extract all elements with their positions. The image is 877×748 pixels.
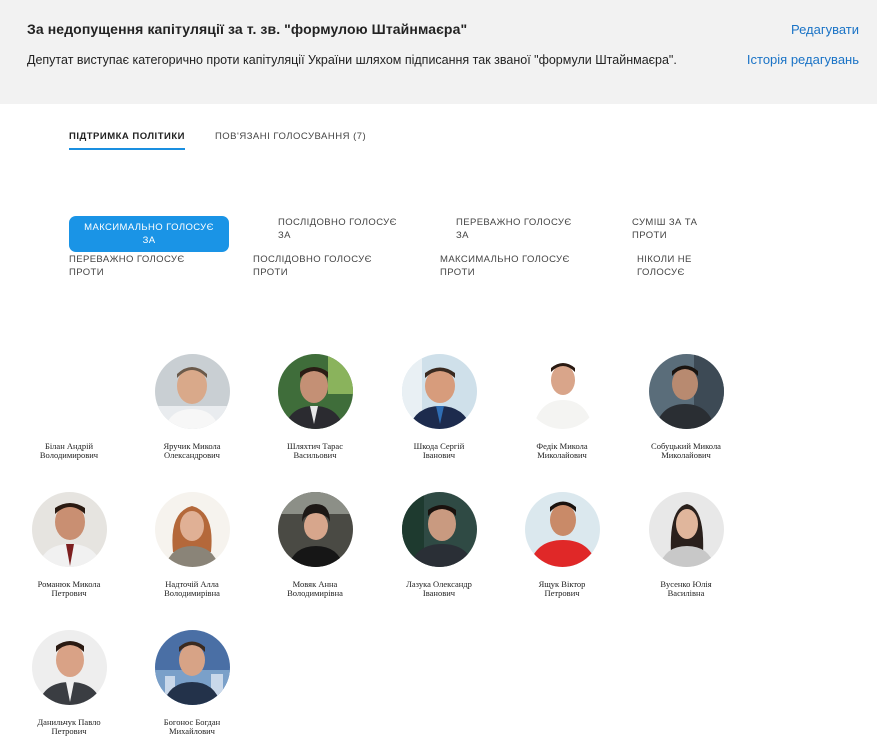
deputy-name: Шкода Сергій Іванович bbox=[413, 441, 465, 460]
deputy-name: Вусенко Юлія Василівна bbox=[660, 579, 712, 598]
avatar bbox=[524, 492, 600, 567]
avatar bbox=[277, 492, 353, 567]
deputy-card[interactable]: Шкода Сергій Іванович bbox=[384, 354, 494, 460]
filter-consistent-against[interactable]: ПОСЛІДОВНО ГОЛОСУЄ ПРОТИ bbox=[253, 253, 372, 279]
tabs: ПІДТРИМКА ПОЛІТИКИ ПОВ'ЯЗАНІ ГОЛОСУВАННЯ… bbox=[69, 131, 366, 150]
filter-label-line2: ПРОТИ bbox=[440, 267, 475, 278]
deputy-name: Шляхтич Тарас Васильович bbox=[287, 441, 343, 460]
policy-title: За недопущення капітуляції за т. зв. "фо… bbox=[27, 21, 468, 37]
policy-description: Депутат виступає категорично проти капіт… bbox=[27, 53, 677, 67]
deputy-card[interactable]: Лазука Олександр Іванович bbox=[384, 492, 494, 598]
avatar bbox=[32, 354, 107, 429]
policy-header: За недопущення капітуляції за т. зв. "фо… bbox=[0, 0, 877, 104]
filter-max-for[interactable]: МАКСИМАЛЬНО ГОЛОСУЄ ЗА bbox=[69, 216, 229, 252]
filter-label-line1: НІКОЛИ НЕ bbox=[637, 254, 692, 265]
deputy-card[interactable]: Мовяк Анна Володимирівна bbox=[260, 492, 370, 598]
deputy-card[interactable]: Надточій Алла Володимирівна bbox=[137, 492, 247, 598]
filter-mixed[interactable]: СУМІШ ЗА ТА ПРОТИ bbox=[632, 216, 697, 242]
deputy-name: Данильчук Павло Петрович bbox=[37, 717, 101, 736]
deputy-name: Ящук Віктор Петрович bbox=[538, 579, 586, 598]
filter-max-against[interactable]: МАКСИМАЛЬНО ГОЛОСУЄ ПРОТИ bbox=[440, 253, 570, 279]
deputy-name: Мовяк Анна Володимирівна bbox=[287, 579, 343, 598]
deputy-card[interactable]: Романюк Микола Петрович bbox=[14, 492, 124, 598]
avatar bbox=[277, 354, 353, 429]
filter-label-line2: ПРОТИ bbox=[253, 267, 288, 278]
deputy-name: Собуцький Микола Миколайович bbox=[651, 441, 721, 460]
edit-history-link[interactable]: Історія редагувань bbox=[747, 52, 859, 67]
filter-label-line2: ГОЛОСУЄ bbox=[637, 267, 685, 278]
avatar bbox=[154, 354, 230, 429]
tab-policy-support[interactable]: ПІДТРИМКА ПОЛІТИКИ bbox=[69, 131, 185, 150]
avatar bbox=[401, 354, 477, 429]
filter-consistent-for[interactable]: ПОСЛІДОВНО ГОЛОСУЄ ЗА bbox=[278, 216, 397, 242]
avatar bbox=[31, 492, 107, 567]
avatar bbox=[154, 630, 230, 705]
avatar bbox=[648, 492, 724, 567]
deputy-card[interactable]: Ящук Віктор Петрович bbox=[507, 492, 617, 598]
deputy-card[interactable]: Білан Андрій Володимирович bbox=[14, 354, 124, 460]
filter-label-line1: СУМІШ ЗА ТА bbox=[632, 217, 698, 228]
filter-label-line1: МАКСИМАЛЬНО ГОЛОСУЄ bbox=[440, 254, 570, 265]
filter-label-line1: ПОСЛІДОВНО ГОЛОСУЄ bbox=[278, 217, 397, 228]
deputy-name: Богонос Богдан Михайлович bbox=[163, 717, 221, 736]
tab-related-votes[interactable]: ПОВ'ЯЗАНІ ГОЛОСУВАННЯ (7) bbox=[215, 131, 366, 150]
filter-label-line1: ПОСЛІДОВНО ГОЛОСУЄ bbox=[253, 254, 372, 265]
filter-mostly-against[interactable]: ПЕРЕВАЖНО ГОЛОСУЄ ПРОТИ bbox=[69, 253, 185, 279]
deputy-name: Білан Андрій Володимирович bbox=[39, 441, 99, 460]
avatar bbox=[648, 354, 724, 429]
filter-mostly-for[interactable]: ПЕРЕВАЖНО ГОЛОСУЄ ЗА bbox=[456, 216, 572, 242]
edit-link[interactable]: Редагувати bbox=[791, 22, 859, 37]
avatar bbox=[401, 492, 477, 567]
deputy-name: Лазука Олександр Іванович bbox=[406, 579, 472, 598]
filter-label-line1: ПЕРЕВАЖНО ГОЛОСУЄ bbox=[69, 254, 185, 265]
filter-label-line2: ЗА bbox=[278, 230, 291, 241]
filter-label-line2: ЗА bbox=[456, 230, 469, 241]
filter-label-line1: ПЕРЕВАЖНО ГОЛОСУЄ bbox=[456, 217, 572, 228]
deputy-name: Федік Микола Миколайович bbox=[536, 441, 588, 460]
deputy-card[interactable]: Федік Микола Миколайович bbox=[507, 354, 617, 460]
avatar bbox=[154, 492, 230, 567]
avatar bbox=[524, 354, 600, 429]
filter-label-line2: ПРОТИ bbox=[69, 267, 104, 278]
filter-label-line2: ПРОТИ bbox=[632, 230, 667, 241]
deputy-card[interactable]: Вусенко Юлія Василівна bbox=[631, 492, 741, 598]
deputy-card[interactable]: Богонос Богдан Михайлович bbox=[137, 630, 247, 736]
deputy-card[interactable]: Данильчук Павло Петрович bbox=[14, 630, 124, 736]
deputy-card[interactable]: Яручик Микола Олександрович bbox=[137, 354, 247, 460]
avatar bbox=[31, 630, 107, 705]
deputy-card[interactable]: Шляхтич Тарас Васильович bbox=[260, 354, 370, 460]
filter-label-line2: ЗА bbox=[142, 235, 156, 246]
deputy-name: Надточій Алла Володимирівна bbox=[164, 579, 220, 598]
filter-never-votes[interactable]: НІКОЛИ НЕ ГОЛОСУЄ bbox=[637, 253, 692, 279]
deputy-card[interactable]: Собуцький Микола Миколайович bbox=[631, 354, 741, 460]
filter-label-line1: МАКСИМАЛЬНО ГОЛОСУЄ bbox=[84, 222, 214, 233]
deputy-name: Романюк Микола Петрович bbox=[37, 579, 101, 598]
deputy-name: Яручик Микола Олександрович bbox=[163, 441, 221, 460]
